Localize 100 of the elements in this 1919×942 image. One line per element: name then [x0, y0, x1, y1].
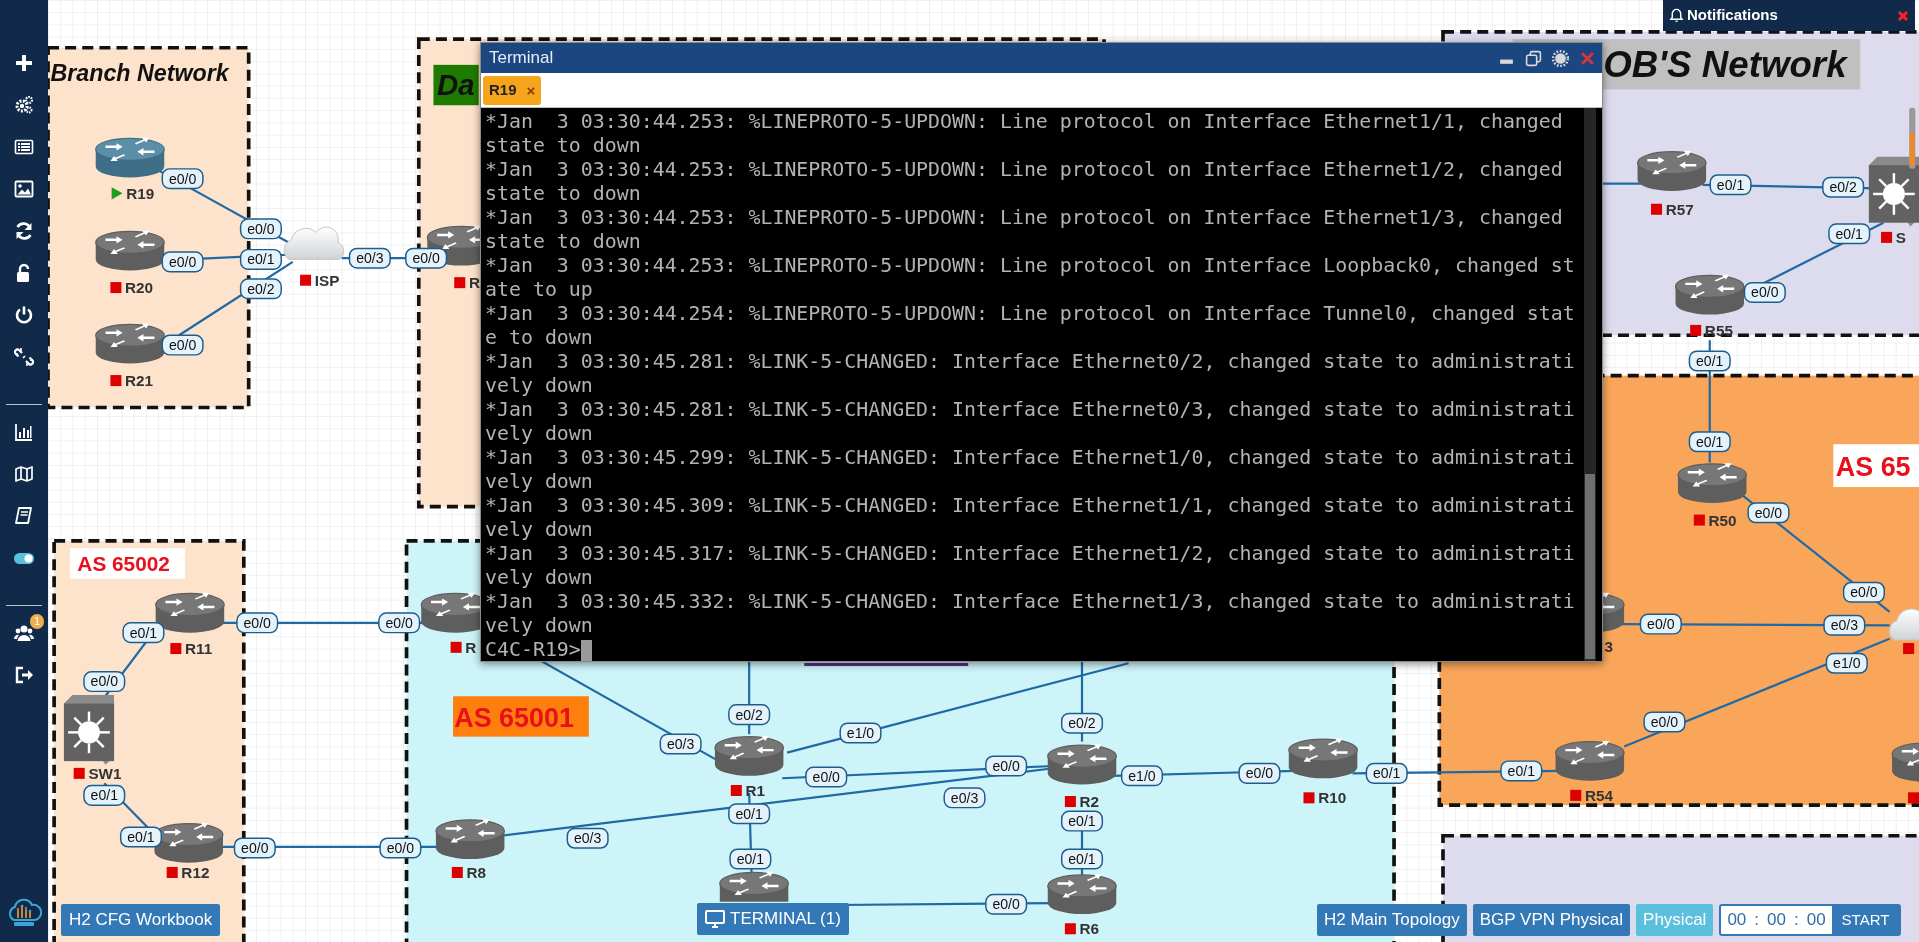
area-label: Da: [433, 64, 479, 106]
switch-icon[interactable]: [1868, 156, 1919, 227]
terminal-line: *Jan 3 03:30:44.253: %LINEPROTO-5-UPDOWN: Line protocol on Interface Ethernet1/3, changed: [485, 206, 1564, 230]
timer-separator: :: [1793, 909, 1799, 932]
port-label: e0/0: [1639, 613, 1682, 635]
terminal-line: state to down: [485, 182, 642, 206]
router-icon[interactable]: [1891, 742, 1919, 782]
book-icon[interactable]: [14, 506, 34, 526]
refresh-icon[interactable]: [14, 221, 34, 241]
router-icon[interactable]: [1677, 463, 1748, 503]
port-label: e0/1: [1688, 350, 1731, 372]
terminal-line: state to down: [485, 230, 642, 254]
port-label: e0/1: [239, 248, 282, 270]
port-label: e0/1: [1060, 810, 1104, 832]
port-label: e0/3: [659, 733, 702, 755]
port-label: e0/0: [805, 766, 848, 788]
power-icon[interactable]: [14, 305, 34, 325]
port-label: e0/1: [1365, 762, 1408, 784]
node-label: S: [1895, 228, 1906, 246]
scrollbar-thumb[interactable]: [1585, 474, 1595, 659]
timer-value: 00: [1767, 909, 1786, 932]
port-label: e0/0: [236, 612, 279, 634]
tab-close[interactable]: ×: [526, 82, 536, 98]
router-icon[interactable]: [153, 822, 224, 863]
port-label: e1/0: [839, 722, 882, 744]
terminal-line: state to down: [485, 134, 642, 158]
port-label: e0/3: [943, 787, 986, 809]
topology-tab[interactable]: BGP VPN Physical: [1472, 904, 1631, 936]
terminal-line: ate to up: [485, 278, 594, 302]
port-label: e0/0: [378, 612, 421, 634]
port-label: e0/0: [239, 218, 282, 240]
port-label: e0/0: [379, 837, 422, 859]
gear-icon[interactable]: [1552, 49, 1569, 67]
node-label: R19: [126, 184, 155, 202]
router-icon[interactable]: [95, 323, 165, 364]
close-icon[interactable]: [1897, 9, 1909, 22]
cursor: [580, 639, 592, 661]
plus-icon[interactable]: [14, 53, 34, 73]
terminal-line: *Jan 3 03:30:45.281: %LINK-5-CHANGED: Interface Ethernet0/3, changed state to administrati: [485, 398, 1576, 422]
router-icon[interactable]: [155, 592, 225, 633]
tab-label: R19: [489, 79, 517, 100]
node-label: R21: [125, 372, 154, 390]
terminal-tab[interactable]: R19 ×: [483, 75, 542, 105]
port-label: e1/0: [1825, 652, 1868, 674]
port-label: e0/1: [1688, 431, 1731, 453]
timer-value: 00: [1727, 909, 1747, 932]
terminal-line: *Jan 3 03:30:44.253: %LINEPROTO-5-UPDOWN: Line protocol on Interface Loopback0, changed st: [485, 254, 1576, 278]
router-icon[interactable]: [1674, 274, 1745, 315]
terminal-line: *Jan 3 03:30:45.281: %LINK-5-CHANGED: Interface Ethernet0/2, changed state to administrati: [485, 350, 1576, 374]
switch-icon[interactable]: [63, 695, 115, 765]
port-label: e0/1: [119, 826, 163, 848]
terminal-line: *Jan 3 03:30:44.253: %LINEPROTO-5-UPDOWN: Line protocol on Interface Ethernet1/1, changed: [485, 110, 1564, 134]
router-icon[interactable]: [1554, 740, 1625, 781]
port-label: e0/0: [1747, 502, 1790, 524]
node-label: R54: [1584, 786, 1613, 804]
port-label: e0/0: [1743, 281, 1786, 303]
scrollbar[interactable]: [1909, 107, 1916, 169]
sign-out-icon[interactable]: [14, 665, 34, 685]
workbook-button[interactable]: H2 CFG Workbook: [61, 904, 221, 936]
port-label: e0/3: [348, 247, 391, 269]
terminal-line: *Jan 3 03:30:45.317: %LINK-5-CHANGED: Interface Ethernet1/2, changed state to administrati: [485, 542, 1576, 566]
unlink-icon[interactable]: [14, 347, 34, 367]
terminal-line: vely down: [485, 470, 594, 494]
terminal-button[interactable]: TERMINAL (1): [697, 903, 849, 935]
users-icon[interactable]: [14, 623, 34, 643]
port-label: e0/1: [1500, 760, 1543, 782]
map-icon[interactable]: [14, 464, 34, 484]
router-icon[interactable]: [714, 736, 785, 776]
port-label: e0/0: [233, 837, 276, 859]
bar-chart-icon[interactable]: [14, 422, 34, 442]
list-icon[interactable]: [14, 137, 34, 157]
port-label: e0/0: [1842, 581, 1885, 603]
router-icon[interactable]: [719, 871, 789, 902]
router-icon[interactable]: [435, 819, 506, 859]
restore-icon[interactable]: [1525, 49, 1542, 67]
image-icon[interactable]: [14, 179, 34, 199]
port-label: e0/0: [161, 334, 204, 356]
router-icon[interactable]: [1047, 874, 1117, 915]
port-label: e0/0: [161, 168, 204, 190]
terminal-line: e to down: [485, 326, 594, 350]
scrollbar[interactable]: [1584, 108, 1596, 661]
port-label: e0/0: [985, 893, 1028, 915]
timer-value: 00: [1806, 909, 1826, 932]
router-icon[interactable]: [1047, 744, 1117, 785]
router-icon[interactable]: [1288, 738, 1358, 779]
node-label: R: [465, 638, 477, 656]
node-label: ISP: [314, 271, 340, 289]
start-button[interactable]: START: [1831, 906, 1900, 934]
router-icon[interactable]: [1636, 151, 1707, 191]
port-label: e0/2: [1822, 176, 1865, 198]
gears-icon[interactable]: [14, 95, 34, 115]
area-label: AS 65002: [70, 548, 186, 579]
node-label: R12: [181, 864, 210, 881]
node-label: R20: [125, 279, 154, 297]
router-icon[interactable]: [95, 230, 165, 271]
port-label: e0/0: [161, 251, 204, 273]
topology-tab[interactable]: H2 Main Topology: [1317, 904, 1467, 936]
node-label: R57: [1665, 200, 1694, 218]
timer-separator: :: [1754, 909, 1760, 932]
port-label: e0/0: [405, 247, 448, 269]
